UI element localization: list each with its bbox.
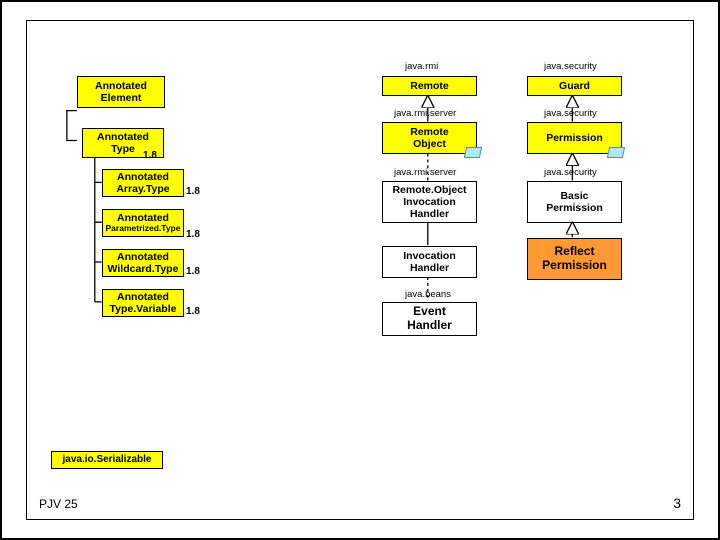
version-array: 1.8 [186,186,200,197]
stereotype-icon [607,147,625,158]
class-remote: Remote [382,76,477,96]
class-event-handler: EventHandler [382,302,477,336]
pkg-java-beans: java.beans [405,289,451,300]
class-annotated-element: AnnotatedElement [77,76,165,108]
class-annotated-arraytype: AnnotatedArray.Type [102,169,184,197]
pkg-java-security3: java.security [544,167,597,178]
pkg-java-security2: java.security [544,108,597,119]
class-invocation-handler: InvocationHandler [382,246,477,278]
class-guard: Guard [527,76,622,96]
class-annotated-parametrizedtype: Annotated Parametrized.Type [102,209,184,237]
pkg-java-security: java.security [544,61,597,72]
param-sub: Parametrized.Type [106,224,181,234]
version-param: 1.8 [186,229,200,240]
slide-canvas: java.rmi java.security Remote Guard java… [26,20,694,520]
class-annotated-wildcardtype: AnnotatedWildcard.Type [102,249,184,277]
class-basic-permission: BasicPermission [527,181,622,223]
version-type: 1.8 [143,150,157,161]
class-annotated-typevariable: AnnotatedType.Variable [102,289,184,317]
class-reflect-permission: ReflectPermission [527,238,622,280]
class-remote-object: RemoteObject [382,122,477,154]
stereotype-icon [464,147,482,158]
class-roih: Remote.ObjectInvocationHandler [382,181,477,223]
class-serializable: java.io.Serializable [51,451,163,469]
pkg-java-rmi-server2: java.rmi.server [394,167,456,178]
pkg-java-rmi: java.rmi [405,61,438,72]
version-typevar: 1.8 [186,306,200,317]
pkg-java-rmi-server: java.rmi.server [394,108,456,119]
footer-right: 3 [673,495,681,511]
footer-left: PJV 25 [39,497,78,511]
version-wildcard: 1.8 [186,266,200,277]
